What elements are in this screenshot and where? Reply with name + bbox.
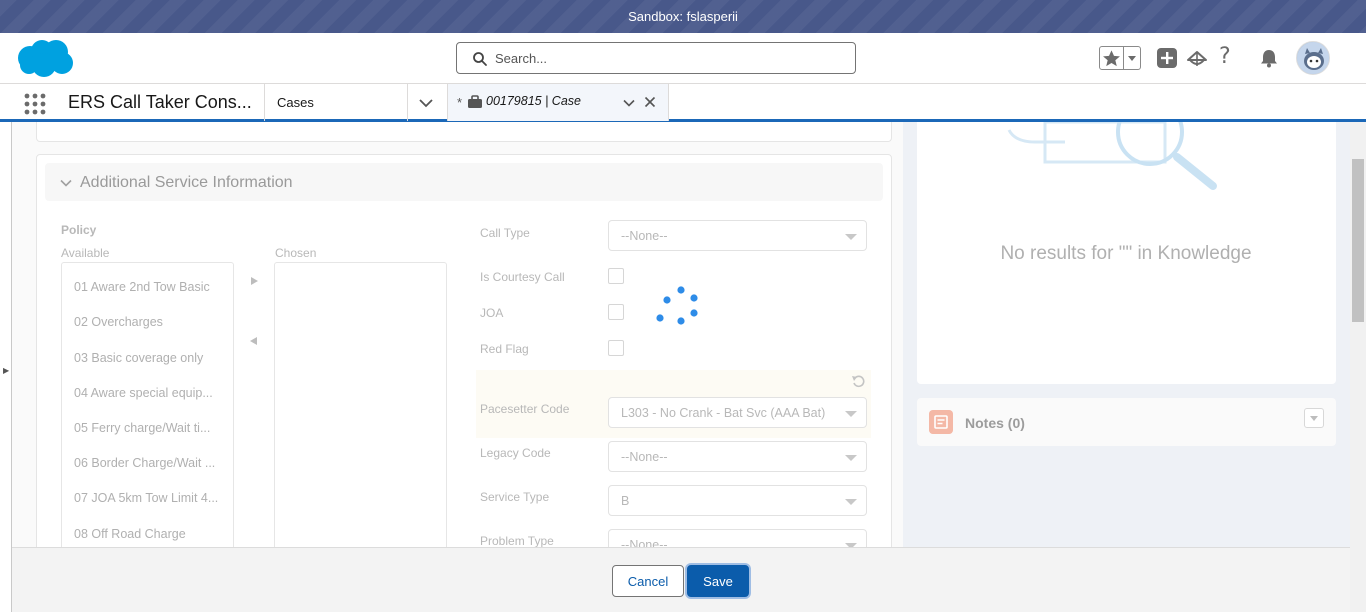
help-icon[interactable]: ? — [1219, 45, 1241, 69]
edit-footer: Cancel Save — [12, 547, 1350, 612]
joa-label: JOA — [480, 306, 504, 320]
navigation-bar: ERS Call Taker Cons... Cases * 00179815 … — [0, 84, 1366, 122]
briefcase-icon — [468, 95, 482, 108]
joa-checkbox[interactable] — [608, 304, 624, 320]
favorites-dropdown-icon[interactable] — [1124, 47, 1140, 69]
dropdown-arrow-icon — [845, 411, 857, 417]
list-item[interactable]: 03 Basic coverage only — [74, 351, 203, 365]
chevron-down-icon[interactable] — [418, 95, 434, 111]
service-type-label: Service Type — [480, 490, 550, 504]
record-card — [36, 122, 892, 142]
legacy-code-label: Legacy Code — [480, 446, 551, 460]
available-label: Available — [61, 246, 110, 260]
pacesetter-code-select[interactable]: L303 - No Crank - Bat Svc (AAA Bat) — [608, 397, 867, 428]
section-title: Additional Service Information — [80, 174, 293, 191]
dropdown-arrow-icon — [845, 499, 857, 505]
chevron-down-icon — [1310, 416, 1318, 421]
scrollbar-thumb[interactable] — [1352, 159, 1364, 322]
tab-case-00179815[interactable]: * 00179815 | Case — [448, 84, 668, 121]
problem-type-label: Problem Type — [480, 534, 554, 548]
chevron-down-icon — [60, 179, 72, 187]
undo-icon[interactable] — [851, 374, 865, 388]
call-type-select[interactable]: --None-- — [608, 220, 867, 251]
dropdown-arrow-icon — [845, 455, 857, 461]
chevron-right-icon: ▶ — [3, 366, 10, 375]
policy-label: Policy — [61, 223, 97, 237]
notes-actions-menu[interactable] — [1304, 408, 1324, 428]
nav-item-cases[interactable]: Cases — [277, 84, 314, 121]
user-avatar[interactable] — [1296, 41, 1330, 75]
legacy-code-value: --None-- — [621, 450, 668, 464]
page-scrollbar[interactable] — [1350, 122, 1366, 612]
pacesetter-code-value: L303 - No Crank - Bat Svc (AAA Bat) — [621, 406, 826, 420]
utility-rail[interactable]: ▶ — [0, 122, 12, 612]
is-courtesy-call-label: Is Courtesy Call — [480, 270, 565, 284]
move-right-icon[interactable] — [249, 276, 259, 286]
list-item[interactable]: 01 Aware 2nd Tow Basic — [74, 280, 210, 294]
list-item[interactable]: 07 JOA 5km Tow Limit 4... — [74, 491, 218, 505]
sandbox-label: Sandbox: fslasperii — [628, 9, 738, 24]
sandbox-banner: Sandbox: fslasperii — [0, 0, 1366, 33]
salesforce-cloud-logo[interactable] — [16, 38, 74, 78]
nav-divider — [668, 84, 669, 121]
loading-spinner-icon — [656, 286, 698, 325]
available-listbox[interactable]: 01 Aware 2nd Tow Basic 02 Overcharges 03… — [61, 262, 234, 562]
move-left-icon[interactable] — [249, 336, 259, 346]
service-type-select[interactable]: B — [608, 485, 867, 516]
trailhead-guidance-icon[interactable] — [1186, 47, 1208, 69]
tab-label: 00179815 | Case — [486, 94, 581, 108]
global-actions-plus-icon[interactable] — [1156, 47, 1178, 69]
nav-divider — [264, 84, 265, 121]
call-type-label: Call Type — [480, 226, 530, 240]
astro-avatar-icon — [1297, 42, 1329, 74]
save-button[interactable]: Save — [687, 565, 749, 597]
list-item[interactable]: 02 Overcharges — [74, 315, 163, 329]
star-icon[interactable] — [1100, 47, 1124, 69]
cancel-button[interactable]: Cancel — [612, 565, 684, 597]
nav-divider — [407, 84, 408, 121]
global-search[interactable] — [456, 42, 856, 74]
close-icon[interactable] — [644, 96, 656, 108]
favorites-group — [1099, 46, 1141, 70]
pacesetter-code-label: Pacesetter Code — [480, 402, 570, 416]
red-flag-label: Red Flag — [480, 342, 529, 356]
chosen-label: Chosen — [275, 246, 317, 260]
app-launcher-icon[interactable] — [24, 93, 46, 115]
unsaved-indicator: * — [457, 95, 463, 110]
list-item[interactable]: 08 Off Road Charge — [74, 527, 186, 541]
section-additional-service-information[interactable]: Additional Service Information — [45, 163, 883, 201]
list-item[interactable]: 05 Ferry charge/Wait ti... — [74, 421, 210, 435]
chosen-listbox[interactable] — [274, 262, 447, 562]
chevron-down-icon[interactable] — [623, 97, 635, 109]
notifications-bell-icon[interactable] — [1258, 47, 1280, 69]
legacy-code-select[interactable]: --None-- — [608, 441, 867, 472]
dropdown-arrow-icon — [845, 234, 857, 240]
notes-icon — [929, 410, 953, 434]
list-item[interactable]: 04 Aware special equip... — [74, 386, 213, 400]
list-item[interactable]: 06 Border Charge/Wait ... — [74, 456, 215, 470]
is-courtesy-call-checkbox[interactable] — [608, 268, 624, 284]
service-type-value: B — [621, 494, 630, 508]
notes-title[interactable]: Notes (0) — [965, 415, 1025, 431]
red-flag-checkbox[interactable] — [608, 340, 624, 356]
global-header: ? — [0, 33, 1366, 84]
magnifier-illustration-icon — [1007, 122, 1217, 190]
call-type-value: --None-- — [621, 229, 668, 243]
knowledge-empty-message: No results for "" in Knowledge — [1000, 243, 1252, 264]
search-input[interactable] — [495, 47, 845, 69]
search-icon — [473, 52, 487, 66]
app-name: ERS Call Taker Cons... — [68, 92, 252, 112]
